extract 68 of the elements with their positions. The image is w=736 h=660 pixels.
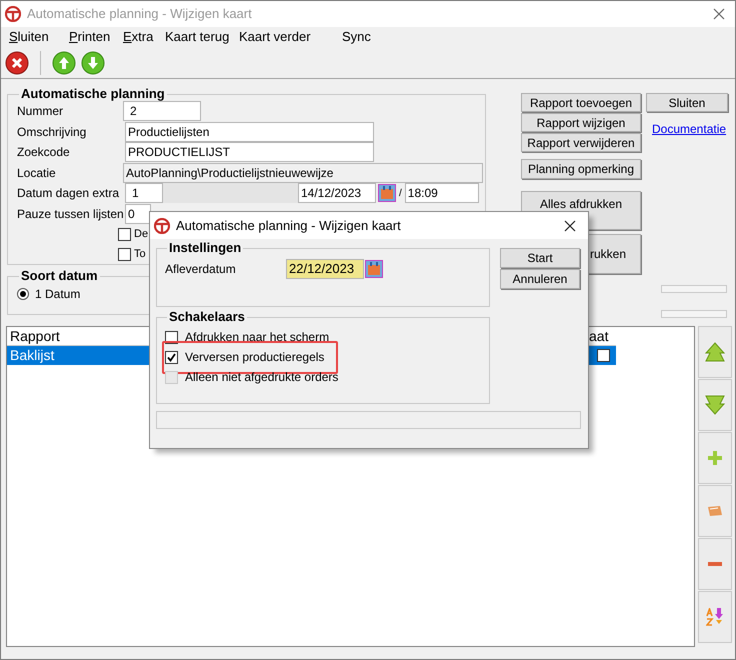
arrow-down-icon[interactable]: [81, 50, 105, 74]
checkbox[interactable]: [118, 248, 131, 260]
field-label: Omschrijving: [17, 124, 88, 141]
check-icon: [167, 352, 176, 362]
toolbar-button[interactable]: [698, 326, 732, 378]
button[interactable]: Planning opmerking: [521, 159, 641, 179]
move-down-icon: [705, 395, 725, 415]
toolbar-button[interactable]: [698, 379, 732, 431]
group-title: Schakelaars: [168, 310, 246, 324]
table-cell-text: Baklijst: [9, 346, 54, 365]
radio-label: 1 Datum: [35, 286, 80, 303]
input-field[interactable]: Productielijsten: [125, 122, 374, 142]
checkbox-label: De: [134, 226, 148, 242]
group-title: Instellingen: [168, 241, 242, 255]
button[interactable]: Rapport wijzigen: [521, 113, 641, 132]
group-title: Automatische planning: [20, 87, 166, 101]
menu-item[interactable]: Kaart verder: [239, 27, 342, 47]
input-field[interactable]: 0: [125, 204, 151, 224]
checkbox-label: Alleen niet afgedrukte orders: [185, 369, 338, 386]
window-title: Automatische planning - Wijzigen kaart: [27, 5, 252, 24]
app-logo-icon: [5, 6, 21, 22]
button[interactable]: Rapport toevoegen: [521, 93, 641, 112]
note-icon: [708, 506, 722, 516]
checkbox-label: To: [134, 246, 146, 262]
input-field[interactable]: AutoPlanning\Productielijstnieuwewijze: [123, 162, 483, 183]
button[interactable]: Sluiten: [646, 93, 728, 112]
checkbox[interactable]: [165, 350, 178, 364]
minus-icon: [708, 562, 722, 566]
checkbox-label: Verversen productieregels: [185, 349, 324, 366]
field-label: Pauze tussen lijsten: [17, 206, 123, 223]
button[interactable]: Start: [500, 248, 580, 268]
field-label: Afleverdatum: [165, 261, 237, 278]
input-field[interactable]: 2: [123, 101, 201, 122]
documentation-link[interactable]: Documentatie: [652, 120, 728, 138]
menu-item[interactable]: Sluiten: [9, 27, 69, 47]
checkbox[interactable]: [118, 228, 131, 240]
radio-button[interactable]: [17, 288, 29, 300]
button[interactable]: Annuleren: [500, 269, 580, 289]
toolbar-button[interactable]: [698, 591, 732, 643]
toolbar-button[interactable]: [698, 538, 732, 590]
menu-item[interactable]: Kaart terug: [165, 27, 239, 47]
arrow-up-icon[interactable]: [52, 50, 76, 74]
menu-item[interactable]: Printen: [69, 27, 123, 47]
separator: /: [399, 186, 402, 201]
close-icon[interactable]: [564, 220, 576, 232]
app-logo-icon: [154, 218, 170, 234]
date-field[interactable]: 22/12/2023: [286, 259, 364, 279]
close-icon[interactable]: [5, 50, 29, 74]
button[interactable]: Rapport verwijderen: [521, 133, 641, 152]
checkbox[interactable]: [596, 349, 610, 362]
sort-az-icon: [706, 608, 724, 626]
dialog-title: Automatische planning - Wijzigen kaart: [176, 216, 402, 235]
input-field[interactable]: 1: [125, 183, 163, 204]
input-field[interactable]: 18:09: [404, 183, 479, 204]
calendar-icon[interactable]: [378, 184, 396, 202]
field-label: Locatie: [17, 164, 57, 182]
checkbox-label: Afdrukken naar het scherm: [185, 329, 330, 346]
input-field[interactable]: 14/12/2023: [298, 183, 376, 204]
group-title: Soort datum: [20, 269, 99, 283]
menu-item[interactable]: Extra: [123, 27, 165, 47]
calendar-icon[interactable]: [365, 260, 383, 278]
move-up-icon: [705, 342, 725, 362]
field-label: Zoekcode: [17, 144, 71, 162]
menu-item[interactable]: Sync: [342, 27, 371, 47]
plus-icon: [708, 451, 722, 465]
input-field[interactable]: PRODUCTIELIJST: [125, 142, 374, 162]
field-label: Datum dagen extra: [17, 185, 120, 202]
field-label: Nummer: [17, 103, 64, 120]
